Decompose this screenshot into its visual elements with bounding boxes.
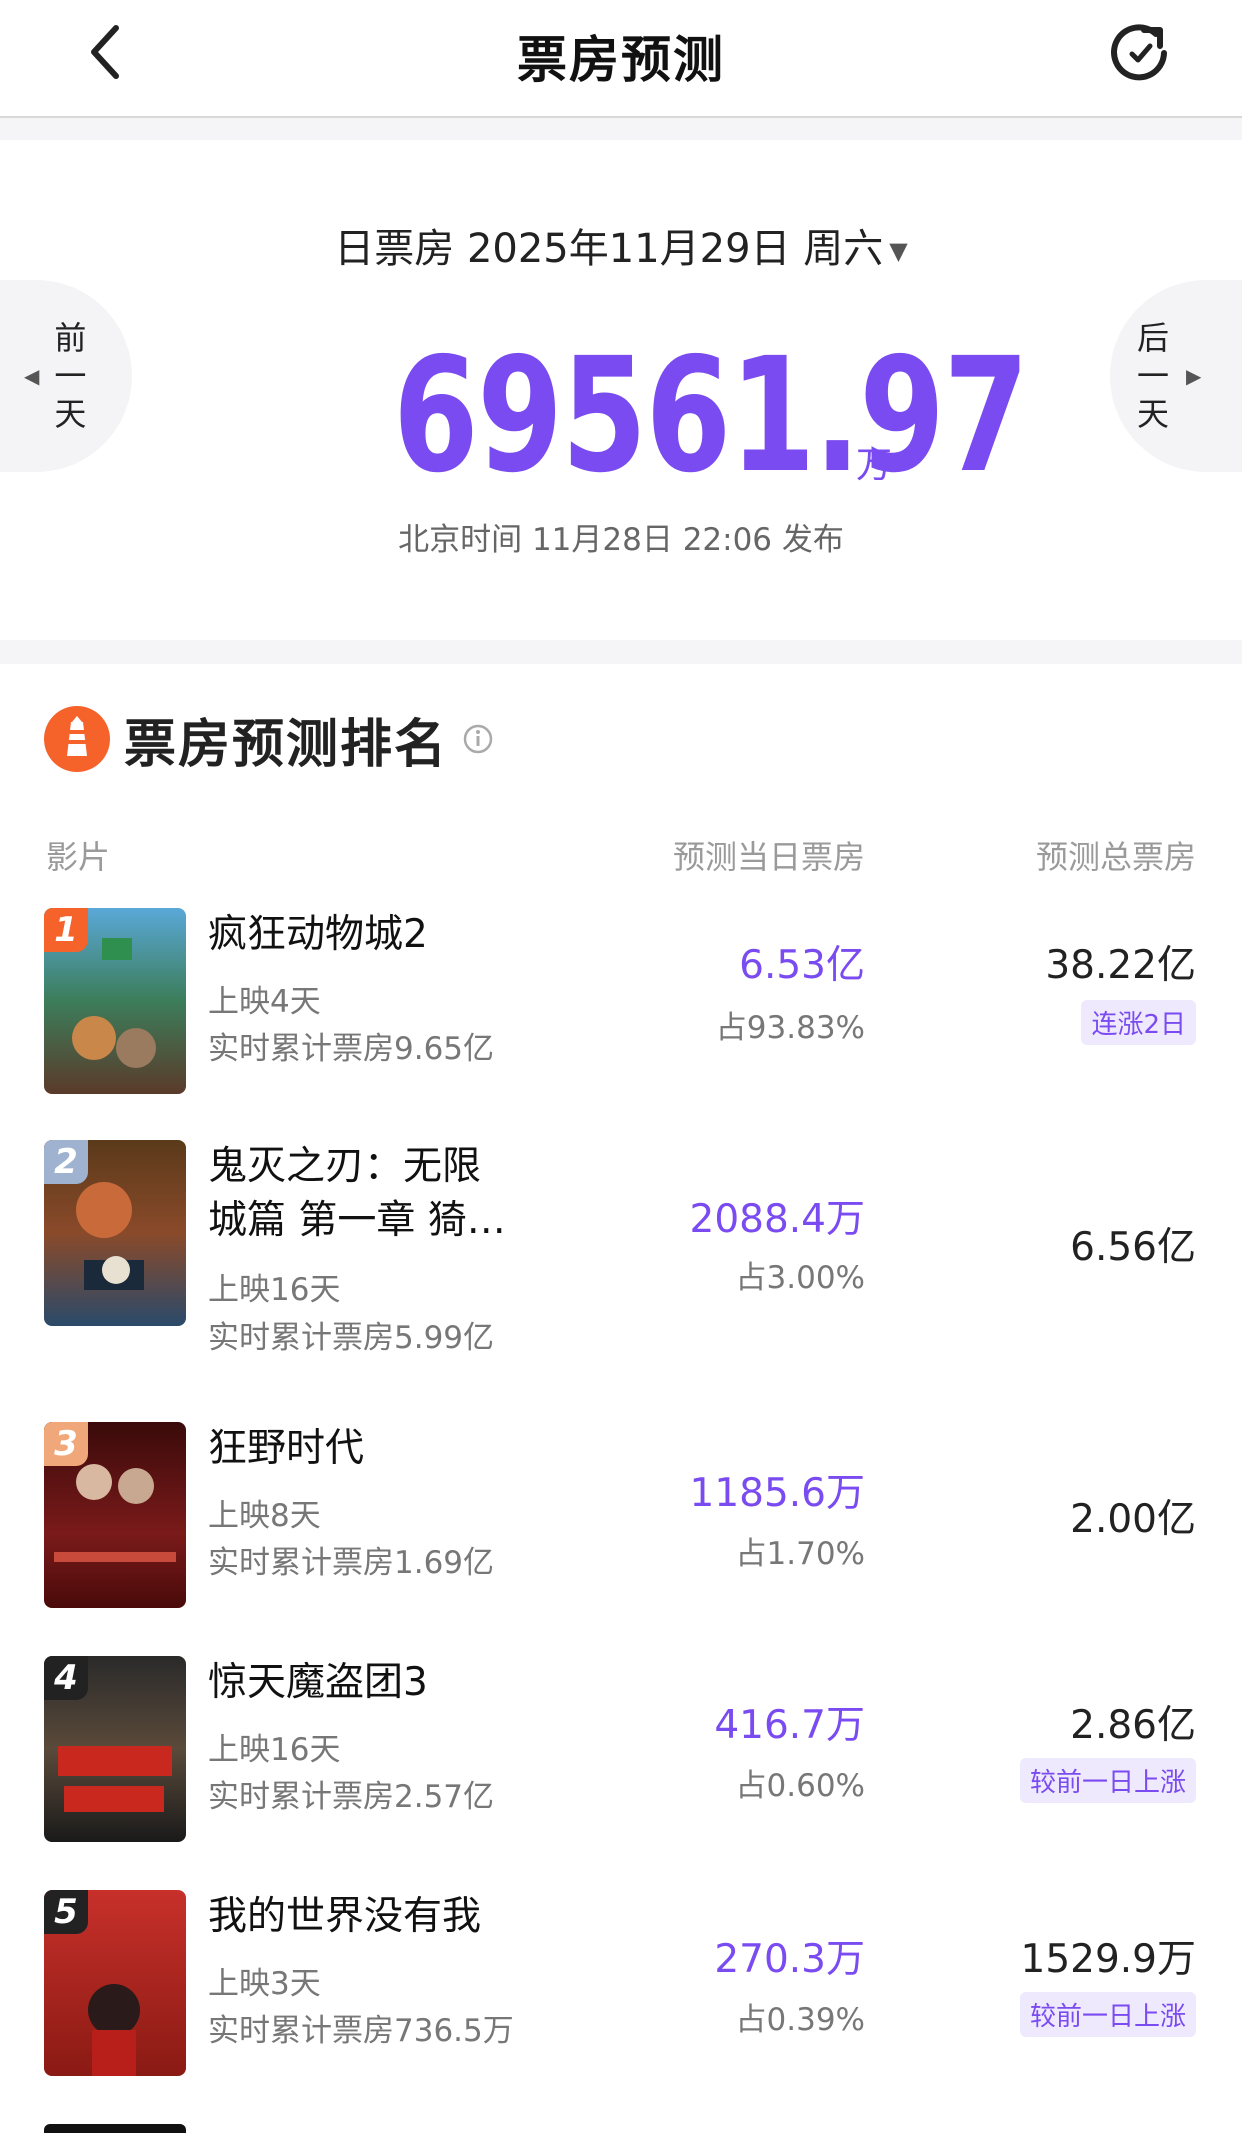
next-row-poster-peek — [44, 2124, 186, 2133]
total-box-office: 69561.97 — [0, 336, 1242, 496]
trend-tag: 较前一日上涨 — [1019, 1758, 1196, 1803]
ranking-row[interactable]: 2 鬼灭之刃：无限 城篇 第一章 猗… 上映16天 实时累计票房5.99亿 20… — [0, 1140, 1242, 1370]
ranking-panel: 票房预测排名 影片 预测当日票房 预测总票房 1 疯狂动物城2 上映4天 实时累… — [0, 664, 1242, 2133]
ranking-row[interactable]: 4 惊天魔盗团3 上映16天 实时累计票房2.57亿 416.7万 占0.60%… — [0, 1656, 1242, 1856]
day-forecast-value: 1185.6万 — [689, 1471, 865, 1516]
date-label: 日票房 2025年11月29日 周六 — [334, 226, 884, 272]
film-poster: 4 — [44, 1656, 186, 1842]
film-release-days: 上映16天 — [208, 1732, 341, 1768]
film-release-days: 上映16天 — [208, 1272, 341, 1308]
day-forecast-value: 2088.4万 — [689, 1197, 865, 1242]
total-forecast-value: 2.86亿 — [1070, 1703, 1196, 1748]
film-name: 疯狂动物城2 — [208, 912, 428, 957]
lighthouse-icon — [44, 706, 110, 772]
ranking-row[interactable]: 3 狂野时代 上映8天 实时累计票房1.69亿 1185.6万 占1.70% 2… — [0, 1422, 1242, 1622]
day-forecast-value: 6.53亿 — [739, 943, 865, 988]
film-release-days: 上映3天 — [208, 1966, 321, 2002]
caret-down-icon: ▼ — [889, 237, 908, 265]
film-release-days: 上映4天 — [208, 984, 321, 1020]
total-forecast-value: 38.22亿 — [1045, 943, 1196, 988]
date-selector[interactable]: 日票房 2025年11月29日 周六 ▼ — [0, 216, 1242, 274]
ranking-title: 票房预测排名 — [124, 714, 449, 775]
refresh-icon — [1111, 24, 1167, 81]
film-cumulative: 实时累计票房736.5万 — [208, 2013, 514, 2049]
day-forecast-share: 占0.39% — [735, 2002, 865, 2038]
film-poster: 1 — [44, 908, 186, 1094]
total-forecast-value: 2.00亿 — [1070, 1497, 1196, 1542]
refresh-button[interactable] — [1106, 20, 1172, 86]
film-name: 惊天魔盗团3 — [208, 1660, 428, 1705]
film-cumulative: 实时累计票房5.99亿 — [208, 1320, 495, 1356]
ranking-row[interactable]: 1 疯狂动物城2 上映4天 实时累计票房9.65亿 6.53亿 占93.83% … — [0, 908, 1242, 1108]
publish-note: 北京时间 11月28日 22:06 发布 — [398, 522, 844, 558]
film-cumulative: 实时累计票房1.69亿 — [208, 1545, 495, 1581]
rank-badge: 5 — [44, 1890, 88, 1934]
film-name: 我的世界没有我 — [208, 1894, 482, 1939]
film-cumulative: 实时累计票房9.65亿 — [208, 1031, 495, 1067]
column-header-total-forecast: 预测总票房 — [1035, 838, 1196, 876]
film-poster: 5 — [44, 1890, 186, 2076]
film-name-line2: 城篇 第一章 猗… — [208, 1198, 506, 1243]
rank-badge: 3 — [44, 1422, 88, 1466]
film-poster: 3 — [44, 1422, 186, 1608]
film-cumulative: 实时累计票房2.57亿 — [208, 1779, 495, 1815]
total-box-office-unit: 万 — [856, 445, 893, 486]
total-forecast-value: 1529.9万 — [1020, 1937, 1196, 1982]
ranking-row[interactable]: 5 我的世界没有我 上映3天 实时累计票房736.5万 270.3万 占0.39… — [0, 1890, 1242, 2090]
page-title: 票房预测 — [517, 31, 725, 89]
film-name: 狂野时代 — [208, 1426, 365, 1471]
daily-box-office-panel: 日票房 2025年11月29日 周六 ▼ ◀ 前 一 天 后 一 天 ▶ 6956… — [0, 140, 1242, 640]
total-box-office-value: 69561.97 — [393, 324, 1029, 508]
trend-tag: 较前一日上涨 — [1019, 1992, 1196, 2037]
day-forecast-value: 416.7万 — [714, 1703, 865, 1748]
rank-badge: 2 — [44, 1140, 88, 1184]
top-bar: 票房预测 — [0, 0, 1242, 118]
film-poster: 2 — [44, 1140, 186, 1326]
day-forecast-value: 270.3万 — [714, 1937, 865, 1982]
day-forecast-share: 占93.83% — [715, 1010, 865, 1046]
column-header-film: 影片 — [46, 838, 111, 876]
info-icon[interactable] — [462, 723, 494, 755]
total-forecast-value: 6.56亿 — [1070, 1225, 1196, 1270]
day-forecast-share: 占3.00% — [735, 1260, 865, 1296]
day-forecast-share: 占1.70% — [735, 1536, 865, 1572]
day-forecast-share: 占0.60% — [735, 1768, 865, 1804]
rank-badge: 1 — [44, 908, 88, 952]
trend-tag: 连涨2日 — [1081, 1000, 1196, 1045]
film-release-days: 上映8天 — [208, 1498, 321, 1534]
column-header-day-forecast: 预测当日票房 — [672, 838, 865, 876]
film-name-line1: 鬼灭之刃：无限 — [208, 1144, 482, 1189]
ranking-header: 票房预测排名 — [44, 704, 494, 775]
rank-badge: 4 — [44, 1656, 88, 1700]
